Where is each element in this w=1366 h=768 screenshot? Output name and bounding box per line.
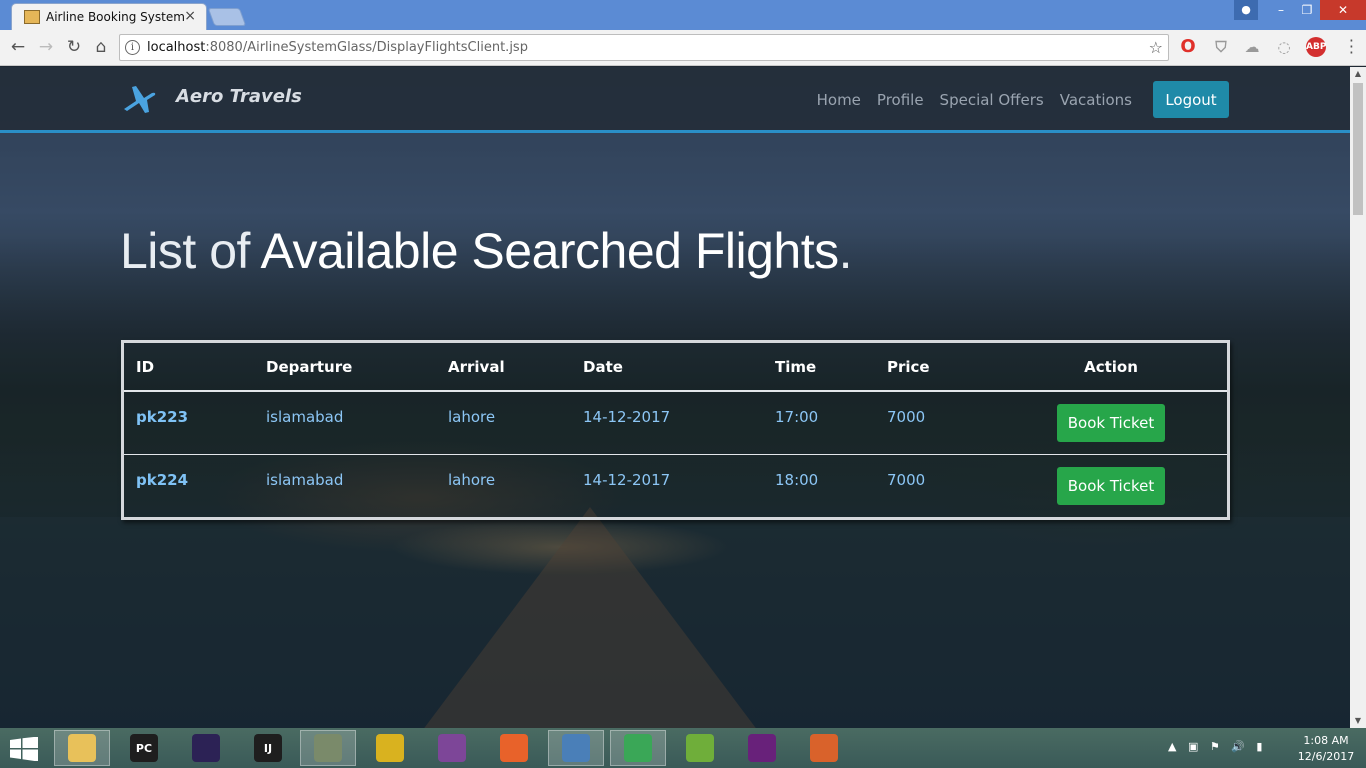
flight-price: 7000	[887, 408, 926, 426]
user-profile-icon[interactable]: ●	[1234, 0, 1258, 20]
flight-date: 14-12-2017	[571, 453, 763, 517]
taskbar-app[interactable]	[548, 730, 604, 766]
opera-icon[interactable]: O	[1178, 37, 1198, 57]
site-navbar: Aero Travels Home Profile Special Offers…	[0, 67, 1350, 133]
nav-special-offers[interactable]: Special Offers	[940, 91, 1044, 109]
flight-id: pk224	[124, 453, 254, 517]
taskbar-app[interactable]	[672, 730, 728, 766]
tab-title: Airline Booking System	[46, 10, 185, 24]
eclipse-icon	[192, 734, 220, 762]
puzzle-icon	[376, 734, 404, 762]
firefox-icon	[500, 734, 528, 762]
logout-button[interactable]: Logout	[1153, 81, 1229, 118]
minimize-icon[interactable]: –	[1268, 0, 1294, 20]
notepad-plus-icon	[686, 734, 714, 762]
circle-icon[interactable]: ◌	[1274, 37, 1294, 57]
taskbar-app[interactable]	[734, 730, 790, 766]
flight-id: pk223	[136, 408, 189, 426]
intellij-icon: IJ	[254, 734, 282, 762]
header-id: ID	[124, 343, 254, 392]
flight-departure: islamabad	[266, 408, 344, 426]
shield-badge-icon[interactable]: ⛉	[1211, 37, 1231, 57]
taskbar-app[interactable]	[178, 730, 234, 766]
file-explorer-icon	[68, 734, 96, 762]
flight-date: 14-12-2017	[583, 408, 671, 426]
header-date: Date	[571, 343, 763, 392]
home-icon[interactable]: ⌂	[91, 37, 111, 57]
flight-arrival: lahore	[436, 453, 571, 517]
taskbar-app[interactable]: PC	[116, 730, 172, 766]
header-time: Time	[763, 343, 875, 392]
pycharm-icon: PC	[130, 734, 158, 762]
flight-time: 18:00	[763, 453, 875, 517]
page-title: List of Available Searched Flights.	[120, 223, 853, 279]
tools-icon	[314, 734, 342, 762]
taskbar-app[interactable]	[300, 730, 356, 766]
back-icon[interactable]: ←	[8, 37, 28, 57]
tab-close-icon[interactable]: ×	[184, 8, 196, 24]
visual-studio-icon	[748, 734, 776, 762]
flight-time: 17:00	[775, 408, 819, 426]
book-ticket-button[interactable]: Book Ticket	[1057, 404, 1165, 442]
taskbar-app[interactable]	[796, 730, 852, 766]
brand-name[interactable]: Aero Travels	[176, 86, 302, 107]
table-row: pk224 islamabad lahore 14-12-2017 18:00 …	[124, 453, 1227, 517]
window-controls: ● – ❐ ✕	[1234, 0, 1366, 20]
chrome-icon	[624, 734, 652, 762]
book-ticket-button[interactable]: Book Ticket	[1057, 466, 1165, 505]
matlab-icon	[810, 734, 838, 762]
header-price: Price	[875, 343, 995, 392]
address-bar[interactable]: i localhost:8080/AirlineSystemGlass/Disp…	[119, 34, 1169, 61]
nav-home[interactable]: Home	[817, 91, 861, 109]
nav-menu: Home Profile Special Offers Vacations	[817, 91, 1132, 109]
page-scrollbar[interactable]: ▲ ▼	[1350, 67, 1366, 728]
url-text[interactable]: localhost:8080/AirlineSystemGlass/Displa…	[147, 40, 528, 55]
header-arrival: Arrival	[436, 343, 571, 392]
taskbar-app[interactable]	[424, 730, 480, 766]
system-tray[interactable]: ▲ ▣ ⚑ 🔊 ▮	[1168, 740, 1266, 753]
header-action: Action	[995, 343, 1227, 392]
flight-price: 7000	[875, 453, 995, 517]
taskbar-app[interactable]	[362, 730, 418, 766]
taskbar-app[interactable]	[54, 730, 110, 766]
chrome-menu-icon[interactable]: · · ·	[1349, 33, 1354, 61]
cloud-icon[interactable]: ☁	[1242, 37, 1262, 57]
taskbar-app[interactable]	[610, 730, 666, 766]
browser-toolbar: ← → ↻ ⌂ i localhost:8080/AirlineSystemGl…	[0, 30, 1366, 66]
restore-icon[interactable]: ❐	[1294, 0, 1320, 20]
header-departure: Departure	[254, 343, 436, 392]
bookmark-star-icon[interactable]: ☆	[1149, 38, 1163, 57]
nav-profile[interactable]: Profile	[877, 91, 924, 109]
reload-icon[interactable]: ↻	[64, 37, 84, 57]
table-row: pk223 islamabad lahore 14-12-2017 17:00 …	[124, 391, 1227, 454]
taskbar-app[interactable]: IJ	[240, 730, 296, 766]
abp-icon[interactable]: ABP	[1306, 37, 1326, 57]
browser-titlebar: Airline Booking System × ● – ❐ ✕	[0, 0, 1366, 30]
windows-start-icon[interactable]	[10, 737, 38, 761]
nav-vacations[interactable]: Vacations	[1060, 91, 1132, 109]
page-viewport: Aero Travels Home Profile Special Offers…	[0, 67, 1350, 728]
airplane-icon	[124, 86, 156, 113]
tor-icon	[438, 734, 466, 762]
windows-taskbar: PC IJ ▲ ▣ ⚑ 🔊 ▮ 1:08 AM 12/6/2017	[0, 728, 1366, 768]
flight-arrival: lahore	[448, 408, 496, 426]
taskbar-app[interactable]	[486, 730, 542, 766]
browser-tab[interactable]: Airline Booking System ×	[11, 3, 207, 30]
virtualbox-icon	[562, 734, 590, 762]
flights-table: ID Departure Arrival Date Time Price Act…	[121, 340, 1230, 520]
tab-favicon-icon	[24, 10, 40, 24]
info-icon[interactable]: i	[125, 40, 140, 55]
new-tab-button[interactable]	[207, 8, 247, 26]
table-header-row: ID Departure Arrival Date Time Price Act…	[124, 343, 1227, 392]
scroll-down-icon[interactable]: ▼	[1350, 714, 1366, 728]
flight-departure: islamabad	[254, 453, 436, 517]
scroll-thumb[interactable]	[1353, 83, 1363, 215]
scroll-up-icon[interactable]: ▲	[1350, 67, 1366, 81]
taskbar-clock[interactable]: 1:08 AM 12/6/2017	[1296, 733, 1356, 765]
close-window-icon[interactable]: ✕	[1320, 0, 1366, 20]
forward-icon[interactable]: →	[36, 37, 56, 57]
